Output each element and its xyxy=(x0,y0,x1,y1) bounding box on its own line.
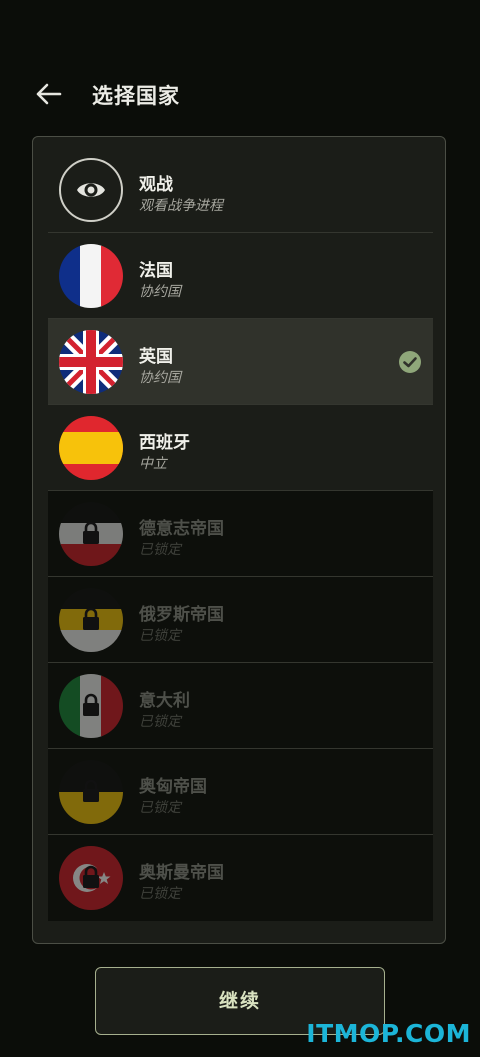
country-name: 俄罗斯帝国 xyxy=(139,605,224,625)
country-name: 英国 xyxy=(139,347,173,367)
eye-icon xyxy=(59,158,123,222)
country-item-spain[interactable]: 西班牙 中立 xyxy=(48,405,433,491)
france-flag-icon xyxy=(59,244,123,308)
lock-icon xyxy=(83,779,99,802)
lock-icon xyxy=(83,865,99,888)
country-item-ottoman-empire[interactable]: 奥斯曼帝国 已锁定 xyxy=(48,835,433,921)
country-name: 西班牙 xyxy=(139,433,190,453)
spain-flag-icon xyxy=(59,416,123,480)
header: 选择国家 xyxy=(0,60,480,128)
back-arrow-icon[interactable] xyxy=(34,82,62,106)
lock-icon xyxy=(83,521,99,544)
country-status: 协约国 xyxy=(139,370,181,386)
country-name: 德意志帝国 xyxy=(139,519,224,539)
country-item-uk[interactable]: 英国 协约国 xyxy=(48,319,433,405)
watermark: ITMOP.COM xyxy=(306,1019,471,1048)
country-status: 已锁定 xyxy=(139,714,181,730)
country-name: 奥斯曼帝国 xyxy=(139,863,224,883)
country-status: 已锁定 xyxy=(139,800,181,816)
spectate-label: 观战 xyxy=(139,175,173,195)
country-status: 协约国 xyxy=(139,284,181,300)
country-item-italy[interactable]: 意大利 已锁定 xyxy=(48,663,433,749)
selected-check-icon xyxy=(399,351,421,373)
spectate-option[interactable]: 观战 观看战争进程 xyxy=(48,147,433,233)
country-item-austria-hungary[interactable]: 奥匈帝国 已锁定 xyxy=(48,749,433,835)
country-item-german-empire[interactable]: 德意志帝国 已锁定 xyxy=(48,491,433,577)
country-status: 已锁定 xyxy=(139,542,181,558)
country-name: 意大利 xyxy=(139,691,190,711)
country-list-panel: 观战 观看战争进程 法国 协约国 英国 协约国 西班牙 中立 德意志帝国 已锁定… xyxy=(32,136,446,944)
page-title: 选择国家 xyxy=(92,84,180,108)
country-item-russian-empire[interactable]: 俄罗斯帝国 已锁定 xyxy=(48,577,433,663)
country-name: 奥匈帝国 xyxy=(139,777,207,797)
spectate-subtitle: 观看战争进程 xyxy=(139,198,223,214)
country-status: 已锁定 xyxy=(139,886,181,902)
lock-icon xyxy=(83,607,99,630)
country-status: 已锁定 xyxy=(139,628,181,644)
country-status: 中立 xyxy=(139,456,167,472)
uk-flag-icon xyxy=(59,330,123,394)
country-list[interactable]: 观战 观看战争进程 法国 协约国 英国 协约国 西班牙 中立 德意志帝国 已锁定… xyxy=(48,147,433,921)
country-name: 法国 xyxy=(139,261,173,281)
country-item-france[interactable]: 法国 协约国 xyxy=(48,233,433,319)
lock-icon xyxy=(83,693,99,716)
